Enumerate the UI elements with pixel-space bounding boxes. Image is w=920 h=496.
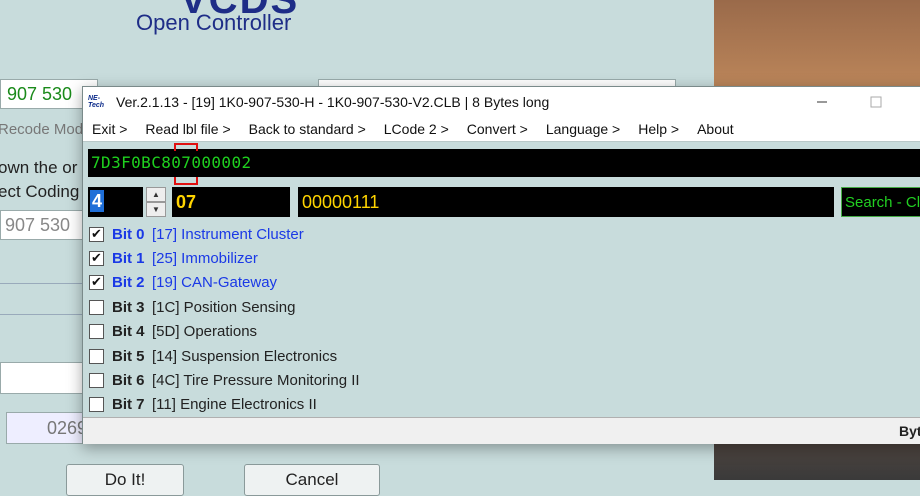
menu-language[interactable]: Language >: [537, 121, 629, 137]
spinner-buttons: ▲ ▼: [146, 187, 166, 217]
menu-exit[interactable]: Exit >: [83, 121, 136, 137]
menu-lcode-2[interactable]: LCode 2 >: [375, 121, 458, 137]
menu-read-lbl-file[interactable]: Read lbl file >: [136, 121, 239, 137]
bit-description: [4C] Tire Pressure Monitoring II: [152, 372, 360, 390]
bit-description: [1C] Position Sensing: [152, 298, 296, 316]
checkbox-unchecked[interactable]: [89, 299, 104, 315]
bit-row[interactable]: ✔ Bit 1 [25] Immobilizer: [89, 246, 360, 270]
checkbox-checked[interactable]: ✔: [89, 251, 104, 267]
coding-dialog: NE- Tech Ver.2.1.13 - [19] 1K0-907-530-H…: [82, 86, 920, 444]
bit-description: [11] Engine Electronics II: [152, 396, 317, 414]
menu-about[interactable]: About: [688, 121, 743, 137]
cancel-button[interactable]: Cancel: [244, 464, 380, 496]
menu-bar: Exit > Read lbl file > Back to standard …: [83, 117, 920, 142]
bit-description: [17] Instrument Cluster: [152, 225, 304, 243]
spin-up-icon[interactable]: ▲: [146, 187, 166, 202]
menu-convert[interactable]: Convert >: [458, 121, 537, 137]
menu-back-to-standard[interactable]: Back to standard >: [240, 121, 375, 137]
byte-index-value: 4: [90, 190, 105, 212]
window-title: Ver.2.1.13 - [19] 1K0-907-530-H - 1K0-90…: [116, 94, 550, 110]
minimize-icon[interactable]: [799, 87, 845, 117]
byte-marker-bottom: [174, 177, 198, 185]
logo-text-bottom: Tech: [88, 102, 105, 109]
title-bar[interactable]: NE- Tech Ver.2.1.13 - [19] 1K0-907-530-H…: [83, 87, 920, 117]
checkbox-unchecked[interactable]: [89, 324, 104, 340]
logo-text-top: NE-: [88, 95, 101, 102]
bit-label: Bit 0: [112, 225, 145, 243]
bit-label: Bit 5: [112, 347, 145, 365]
maximize-icon[interactable]: [853, 87, 899, 117]
bit-label: Bit 3: [112, 298, 145, 316]
bit-description: [14] Suspension Electronics: [152, 347, 338, 365]
bit-label: Bit 6: [112, 372, 145, 390]
menu-help[interactable]: Help >: [629, 121, 688, 137]
bit-label: Bit 1: [112, 250, 145, 268]
background-divider: [0, 283, 90, 284]
background-divider: [0, 314, 90, 315]
bit-description: [5D] Operations: [152, 323, 258, 341]
background-number-field[interactable]: 0269: [6, 412, 92, 444]
search-field[interactable]: Search - Cl: [841, 187, 920, 217]
bit-row[interactable]: ✔ Bit 2 [19] CAN-Gateway: [89, 271, 360, 295]
bit-label: Bit 4: [112, 323, 145, 341]
checkbox-unchecked[interactable]: [89, 397, 104, 413]
checkbox-checked[interactable]: ✔: [89, 275, 104, 291]
byte-index-spinner[interactable]: 4: [88, 187, 143, 217]
bit-description: [25] Immobilizer: [152, 250, 258, 268]
status-bar: Byt: [83, 417, 920, 444]
bit-label: Bit 7: [112, 396, 145, 414]
background-own-text: own the or: [0, 158, 78, 177]
coding-hex-field[interactable]: 7D3F0BC807000002: [88, 149, 920, 177]
bit-description: [19] CAN-Gateway: [152, 274, 278, 292]
bit-row[interactable]: Bit 4 [5D] Operations: [89, 320, 360, 344]
bit-row[interactable]: Bit 7 [11] Engine Electronics II: [89, 393, 360, 417]
ne-tech-logo: NE- Tech: [88, 91, 110, 113]
background-coding-text: ect Coding: [0, 182, 80, 201]
bit-row[interactable]: Bit 3 [1C] Position Sensing: [89, 295, 360, 319]
status-bytes-text: Byt: [899, 423, 920, 439]
bit-row[interactable]: Bit 5 [14] Suspension Electronics: [89, 344, 360, 368]
checkbox-unchecked[interactable]: [89, 348, 104, 364]
byte-binary-field[interactable]: 00000111: [298, 187, 834, 217]
bit-label: Bit 2: [112, 274, 145, 292]
background-recode-label: Recode Modu: [0, 121, 92, 138]
background-subtitle: Open Controller: [136, 10, 292, 35]
do-it-button[interactable]: Do It!: [66, 464, 184, 496]
byte-hex-field[interactable]: 07: [172, 187, 290, 217]
bit-row[interactable]: Bit 6 [4C] Tire Pressure Monitoring II: [89, 368, 360, 392]
bit-list: ✔ Bit 0 [17] Instrument Cluster ✔ Bit 1 [25] …: [89, 222, 360, 417]
background-empty-field[interactable]: [0, 362, 92, 394]
byte-marker-top: [174, 143, 198, 151]
checkbox-unchecked[interactable]: [89, 373, 104, 389]
spin-down-icon[interactable]: ▼: [146, 202, 166, 217]
bit-row[interactable]: ✔ Bit 0 [17] Instrument Cluster: [89, 222, 360, 246]
checkbox-checked[interactable]: ✔: [89, 226, 104, 242]
